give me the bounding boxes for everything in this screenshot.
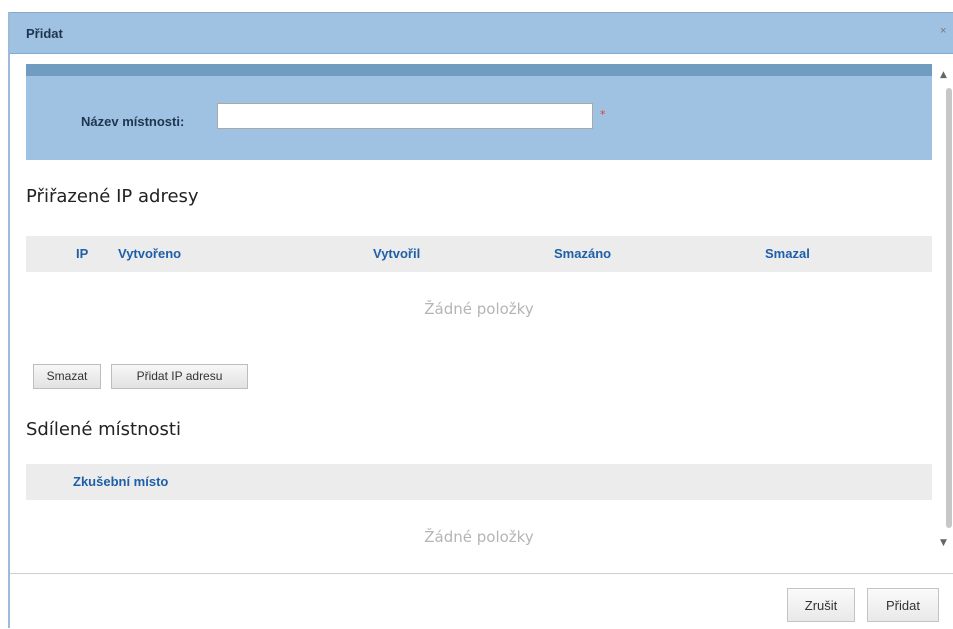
panel-stripe bbox=[26, 64, 932, 76]
shared-grid-header: Zkušební místo bbox=[26, 464, 932, 500]
ip-grid-header: IP Vytvořeno Vytvořil Smazáno Smazal bbox=[26, 236, 932, 272]
scroll-up-icon[interactable]: ▲ bbox=[940, 70, 947, 80]
column-header-ip[interactable]: IP bbox=[76, 246, 88, 261]
column-header-test-site[interactable]: Zkušební místo bbox=[73, 474, 168, 489]
dialog-title-bar[interactable]: Přidat bbox=[10, 12, 953, 54]
column-header-deleted-by[interactable]: Smazal bbox=[765, 246, 810, 261]
scroll-down-icon[interactable]: ▼ bbox=[940, 538, 947, 548]
ip-grid-empty-text: Žádné položky bbox=[424, 300, 534, 318]
required-marker: * bbox=[600, 108, 606, 121]
add-button[interactable]: Přidat bbox=[867, 588, 939, 622]
cancel-button[interactable]: Zrušit bbox=[787, 588, 855, 622]
ip-section-title: Přiřazené IP adresy bbox=[26, 186, 199, 207]
column-header-created-by[interactable]: Vytvořil bbox=[373, 246, 420, 261]
content-scrollbar[interactable]: ▲ ▼ bbox=[936, 64, 953, 554]
column-header-created[interactable]: Vytvořeno bbox=[118, 246, 181, 261]
dialog-footer: Zrušit Přidat bbox=[10, 573, 953, 629]
scrollbar-thumb[interactable] bbox=[946, 88, 952, 528]
delete-button[interactable]: Smazat bbox=[33, 364, 101, 389]
room-name-input[interactable] bbox=[217, 103, 593, 129]
room-name-panel: Název místnosti: * bbox=[26, 64, 932, 160]
shared-section-title: Sdílené místnosti bbox=[26, 419, 181, 440]
close-icon[interactable]: × bbox=[940, 25, 946, 37]
add-room-dialog: Přidat × Název místnosti: * Přiřazené IP… bbox=[0, 0, 953, 628]
room-name-label: Název místnosti: bbox=[81, 114, 185, 129]
dialog-title: Přidat bbox=[26, 26, 63, 41]
add-ip-address-button[interactable]: Přidat IP adresu bbox=[111, 364, 248, 389]
column-header-deleted[interactable]: Smazáno bbox=[554, 246, 611, 261]
dialog-left-border bbox=[8, 12, 10, 628]
shared-grid-empty-text: Žádné položky bbox=[424, 528, 534, 546]
